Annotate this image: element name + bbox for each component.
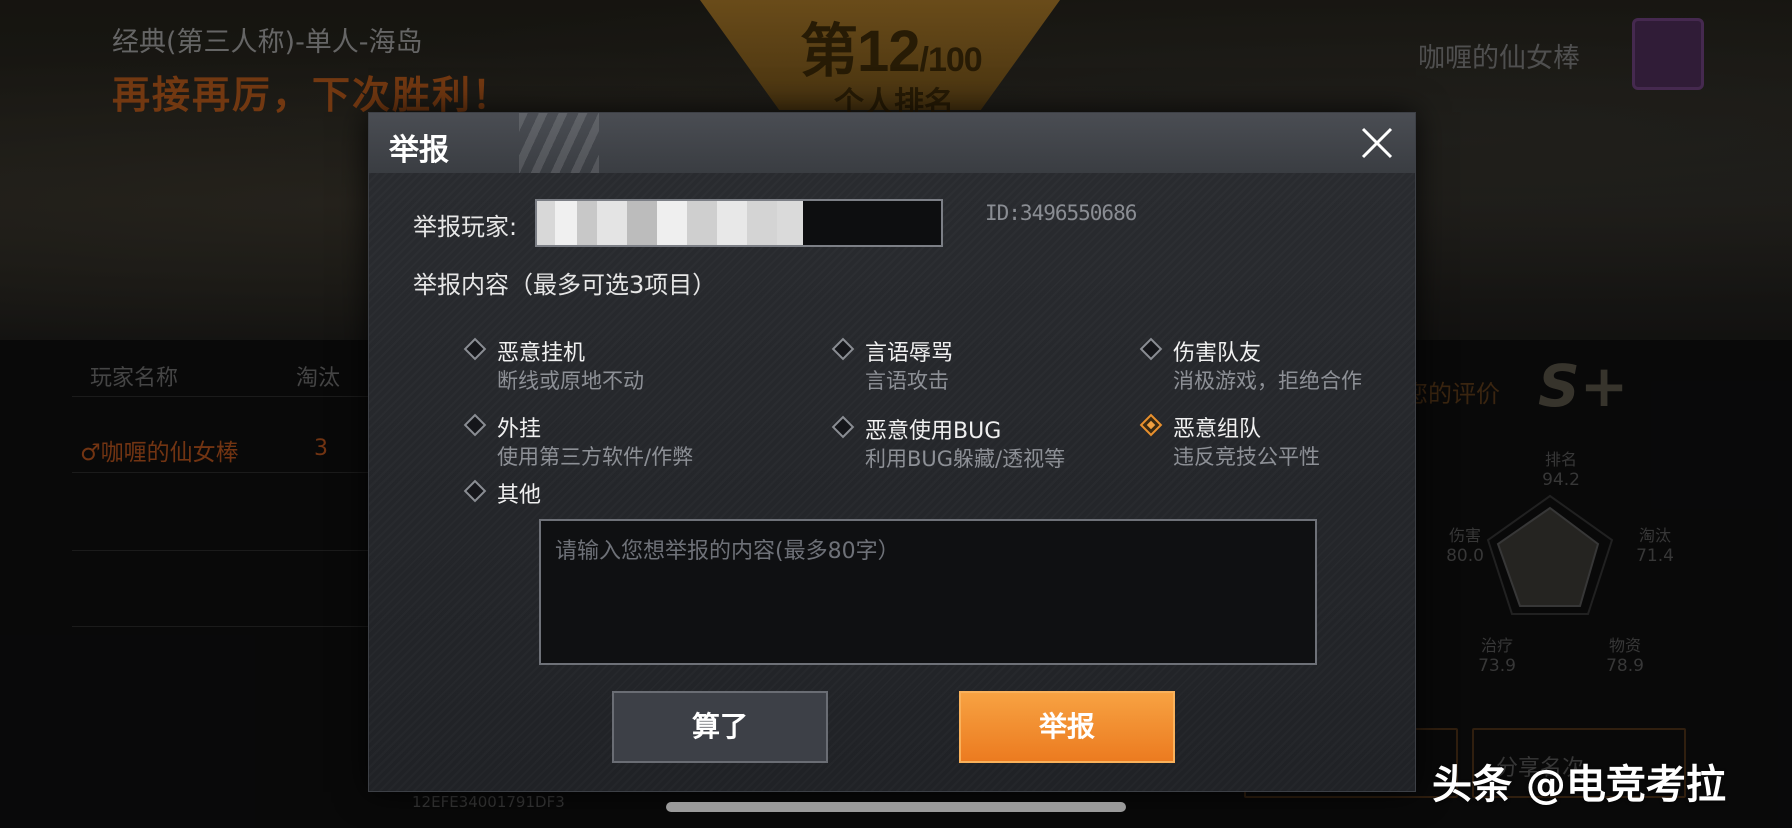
redacted-name-mosaic bbox=[777, 201, 803, 245]
option-description: 消极游戏，拒绝合作 bbox=[1173, 369, 1362, 393]
report-details-input[interactable] bbox=[539, 519, 1317, 665]
checkbox-diamond-icon bbox=[463, 337, 487, 361]
checkbox-diamond-icon bbox=[463, 413, 487, 437]
checkbox-diamond-icon bbox=[831, 337, 855, 361]
cancel-button[interactable]: 算了 bbox=[612, 691, 828, 763]
redacted-name-mosaic bbox=[537, 201, 657, 245]
reported-player-name-field bbox=[535, 199, 943, 247]
option-verbal-abuse[interactable]: 言语辱骂 言语攻击 bbox=[831, 335, 1075, 395]
option-description: 使用第三方软件/作弊 bbox=[497, 445, 694, 469]
close-icon bbox=[1361, 127, 1393, 159]
checkbox-diamond-icon bbox=[463, 479, 487, 503]
home-indicator[interactable] bbox=[666, 802, 1126, 812]
redacted-name-mosaic bbox=[657, 201, 777, 245]
dialog-title: 举报 bbox=[389, 133, 449, 168]
option-description: 断线或原地不动 bbox=[497, 369, 644, 393]
report-submit-button[interactable]: 举报 bbox=[959, 691, 1175, 763]
checkbox-diamond-checked-icon bbox=[1139, 413, 1163, 437]
report-dialog: 举报 举报玩家: ID:3496550686 举报内容（最多可选3项目） 恶意挂… bbox=[368, 112, 1416, 792]
close-button[interactable] bbox=[1357, 123, 1397, 163]
option-description: 利用BUG躲藏/透视等 bbox=[865, 447, 1066, 471]
option-title: 其他 bbox=[497, 483, 542, 508]
option-title: 外挂 bbox=[497, 417, 542, 442]
option-afk[interactable]: 恶意挂机 断线或原地不动 bbox=[463, 335, 707, 395]
report-content-label: 举报内容（最多可选3项目） bbox=[413, 271, 717, 299]
option-title: 恶意挂机 bbox=[497, 341, 586, 366]
checkbox-diamond-icon bbox=[1139, 337, 1163, 361]
option-title: 伤害队友 bbox=[1173, 341, 1262, 366]
option-description: 违反竞技公平性 bbox=[1173, 445, 1320, 469]
option-team-damage[interactable]: 伤害队友 消极游戏，拒绝合作 bbox=[1139, 335, 1383, 395]
player-id: ID:3496550686 bbox=[985, 201, 1137, 225]
watermark: 头条 @电竞考拉 bbox=[1432, 762, 1726, 808]
header-decoration bbox=[519, 113, 599, 173]
option-other[interactable]: 其他 bbox=[463, 477, 707, 511]
option-teaming[interactable]: 恶意组队 违反竞技公平性 bbox=[1139, 411, 1383, 471]
option-bug-abuse[interactable]: 恶意使用BUG 利用BUG躲藏/透视等 bbox=[831, 413, 1075, 473]
option-title: 恶意组队 bbox=[1173, 417, 1262, 442]
option-title: 言语辱骂 bbox=[865, 341, 954, 366]
report-player-label: 举报玩家: bbox=[413, 213, 518, 241]
checkbox-diamond-icon bbox=[831, 415, 855, 439]
dialog-header: 举报 bbox=[369, 113, 1415, 173]
option-title: 恶意使用BUG bbox=[865, 419, 1002, 444]
option-description: 言语攻击 bbox=[865, 369, 949, 393]
option-cheating[interactable]: 外挂 使用第三方软件/作弊 bbox=[463, 411, 707, 471]
